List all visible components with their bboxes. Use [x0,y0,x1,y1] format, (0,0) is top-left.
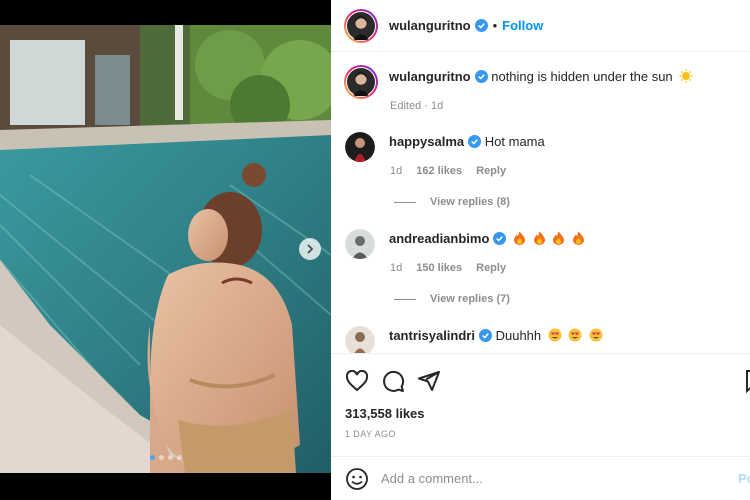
caption-text: nothing is hidden under the sun [491,69,673,84]
verified-badge-icon [474,70,488,83]
likes-count[interactable]: 313,558 likes [345,406,425,421]
caption-username[interactable]: wulanguritno [389,69,471,84]
bookmark-icon[interactable] [743,369,750,393]
comments-list[interactable]: wulanguritno nothing is hidden under the… [331,53,750,353]
view-replies-label[interactable]: View replies (7) [430,293,510,305]
post-sidebar: wulanguritno • Follow wulanguritno nothi… [331,0,750,500]
comment-text-block: andreadianbimo [389,229,585,259]
comment-text-block: happysalma Hot mama [389,132,545,162]
caption-row: wulanguritno nothing is hidden under the… [345,65,693,99]
fire-emoji-icon [533,231,546,249]
comment-likes[interactable]: 162 likes [416,165,462,177]
post-comment-button[interactable]: Post [738,471,750,486]
smiley-icon[interactable] [345,467,369,491]
post-viewer: wulanguritno • Follow wulanguritno nothi… [0,0,750,500]
verified-badge-icon [478,329,492,342]
header-separator: • [492,18,498,33]
next-image-button[interactable] [299,238,321,260]
caption-text-block: wulanguritno nothing is hidden under the… [389,65,693,99]
chevron-right-icon [307,244,314,254]
reply-button[interactable]: Reply [476,165,506,177]
action-bar: 313,558 likes 1 DAY AGO [331,353,750,456]
commenter-avatar[interactable] [345,132,375,162]
comment-icon[interactable] [381,369,405,393]
comment-meta: 1d 150 likes Reply [390,262,506,274]
comment-time[interactable]: 1d [390,262,402,274]
commenter-avatar[interactable] [345,326,375,353]
carousel-dot[interactable] [149,455,155,460]
author-username[interactable]: wulanguritno [389,18,471,33]
comment-composer: Add a comment... Post [331,456,750,500]
verified-badge-icon [474,19,488,32]
comment-text: Duuhhh [495,328,542,343]
view-replies-button[interactable]: View replies (8) [394,196,510,208]
carousel-dots [0,455,331,460]
comment-row: tantrisyalindri Duuhhh [345,326,603,353]
heart-icon[interactable] [345,369,369,393]
reply-button[interactable]: Reply [476,262,506,274]
comment-username[interactable]: andreadianbimo [389,231,489,246]
comment-likes[interactable]: 150 likes [416,262,462,274]
heart-eyes-emoji-icon [568,328,582,346]
caption-edited-time: Edited · 1d [390,100,444,112]
heart-eyes-emoji-icon [589,328,603,346]
fire-emoji-icon [572,231,585,249]
share-icon[interactable] [417,369,441,393]
view-replies-label[interactable]: View replies (8) [430,196,510,208]
comment-text-block: tantrisyalindri Duuhhh [389,326,603,353]
fire-emoji-icon [552,231,565,249]
media-pane [0,0,331,500]
comment-time[interactable]: 1d [390,165,402,177]
post-header: wulanguritno • Follow [331,0,750,52]
caption-meta: Edited · 1d [390,100,443,112]
verified-badge-icon [468,135,482,148]
carousel-dot[interactable] [167,455,173,460]
comment-row: happysalma Hot mama [345,132,545,162]
comment-username[interactable]: tantrisyalindri [389,328,475,343]
commenter-avatar[interactable] [345,229,375,259]
replies-divider [394,201,416,203]
comment-input[interactable]: Add a comment... [381,471,483,486]
post-age[interactable]: 1 DAY AGO [345,429,396,439]
comment-row: andreadianbimo [345,229,585,259]
author-avatar[interactable] [344,9,378,43]
caption-avatar[interactable] [344,65,378,99]
fire-emoji-icon [513,231,526,249]
verified-badge-icon [493,232,507,245]
follow-button[interactable]: Follow [502,18,543,33]
carousel-dot[interactable] [176,455,182,460]
heart-eyes-emoji-icon [548,328,562,346]
replies-divider [394,298,416,300]
comment-username[interactable]: happysalma [389,134,464,149]
post-photo[interactable] [0,25,331,473]
comment-meta: 1d 162 likes Reply [390,165,506,177]
sun-emoji-icon [679,69,693,87]
comment-text: Hot mama [484,134,545,149]
view-replies-button[interactable]: View replies (7) [394,293,510,305]
carousel-dot[interactable] [158,455,164,460]
